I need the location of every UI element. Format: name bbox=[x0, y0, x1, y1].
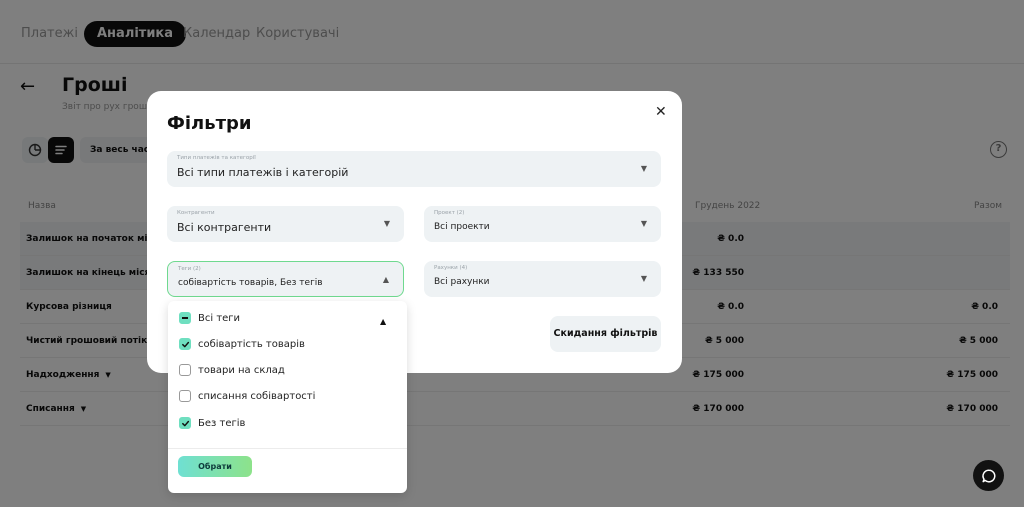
field-value: Всі проекти bbox=[434, 222, 490, 232]
caret-up-icon[interactable]: ▲ bbox=[380, 317, 386, 326]
option-label: Всі теги bbox=[198, 312, 241, 324]
check-icon bbox=[181, 341, 189, 347]
checkbox-unchecked[interactable] bbox=[179, 390, 191, 402]
option-label: Без тегів bbox=[198, 417, 246, 429]
caret-down-icon: ▼ bbox=[383, 219, 390, 228]
accounts-select[interactable]: Рахунки (4) Всі рахунки ▼ bbox=[424, 261, 661, 297]
choose-button[interactable]: Обрати bbox=[178, 456, 252, 477]
field-value: Всі типи платежів і категорій bbox=[177, 166, 349, 179]
field-label: Контрагенти bbox=[177, 210, 215, 216]
caret-down-icon: ▼ bbox=[640, 219, 647, 228]
caret-up-icon: ▲ bbox=[382, 275, 389, 284]
chat-bubble-icon bbox=[981, 468, 996, 483]
option-label: товари на склад bbox=[198, 364, 285, 376]
modal-title: Фільтри bbox=[167, 113, 252, 134]
field-label: Проект (2) bbox=[434, 210, 465, 216]
chat-button[interactable] bbox=[973, 460, 1004, 491]
field-label: Рахунки (4) bbox=[434, 265, 468, 271]
payment-types-select[interactable]: Типи платежів та категорії Всі типи плат… bbox=[167, 151, 661, 187]
field-value: собівартість товарів, Без тегів bbox=[178, 278, 323, 288]
caret-down-icon: ▼ bbox=[640, 274, 647, 283]
select-all-tags-option[interactable]: Всі теги bbox=[179, 311, 240, 325]
field-value: Всі контрагенти bbox=[177, 221, 272, 234]
check-icon bbox=[181, 420, 189, 426]
tags-select[interactable]: Теги (2) собівартість товарів, Без тегів… bbox=[167, 261, 404, 297]
divider bbox=[168, 448, 407, 449]
close-icon[interactable]: ✕ bbox=[655, 104, 667, 120]
tag-option[interactable]: Без тегів bbox=[179, 416, 245, 430]
reset-filters-button[interactable]: Скидання фільтрів bbox=[550, 316, 661, 352]
checkbox-checked[interactable] bbox=[179, 338, 191, 350]
tag-option[interactable]: собівартість товарів bbox=[179, 337, 305, 351]
tag-option[interactable]: товари на склад bbox=[179, 363, 285, 377]
field-label: Теги (2) bbox=[178, 266, 201, 272]
option-label: списання собівартості bbox=[198, 390, 316, 402]
option-label: собівартість товарів bbox=[198, 338, 305, 350]
tag-option[interactable]: списання собівартості bbox=[179, 389, 315, 403]
project-select[interactable]: Проект (2) Всі проекти ▼ bbox=[424, 206, 661, 242]
checkbox-partial[interactable] bbox=[179, 312, 191, 324]
tags-dropdown: Всі теги ▲ собівартість товарів товари н… bbox=[168, 301, 407, 493]
field-value: Всі рахунки bbox=[434, 277, 490, 287]
counterparties-select[interactable]: Контрагенти Всі контрагенти ▼ bbox=[167, 206, 404, 242]
caret-down-icon: ▼ bbox=[640, 164, 647, 173]
checkbox-unchecked[interactable] bbox=[179, 364, 191, 376]
field-label: Типи платежів та категорії bbox=[177, 155, 256, 161]
checkbox-checked[interactable] bbox=[179, 417, 191, 429]
